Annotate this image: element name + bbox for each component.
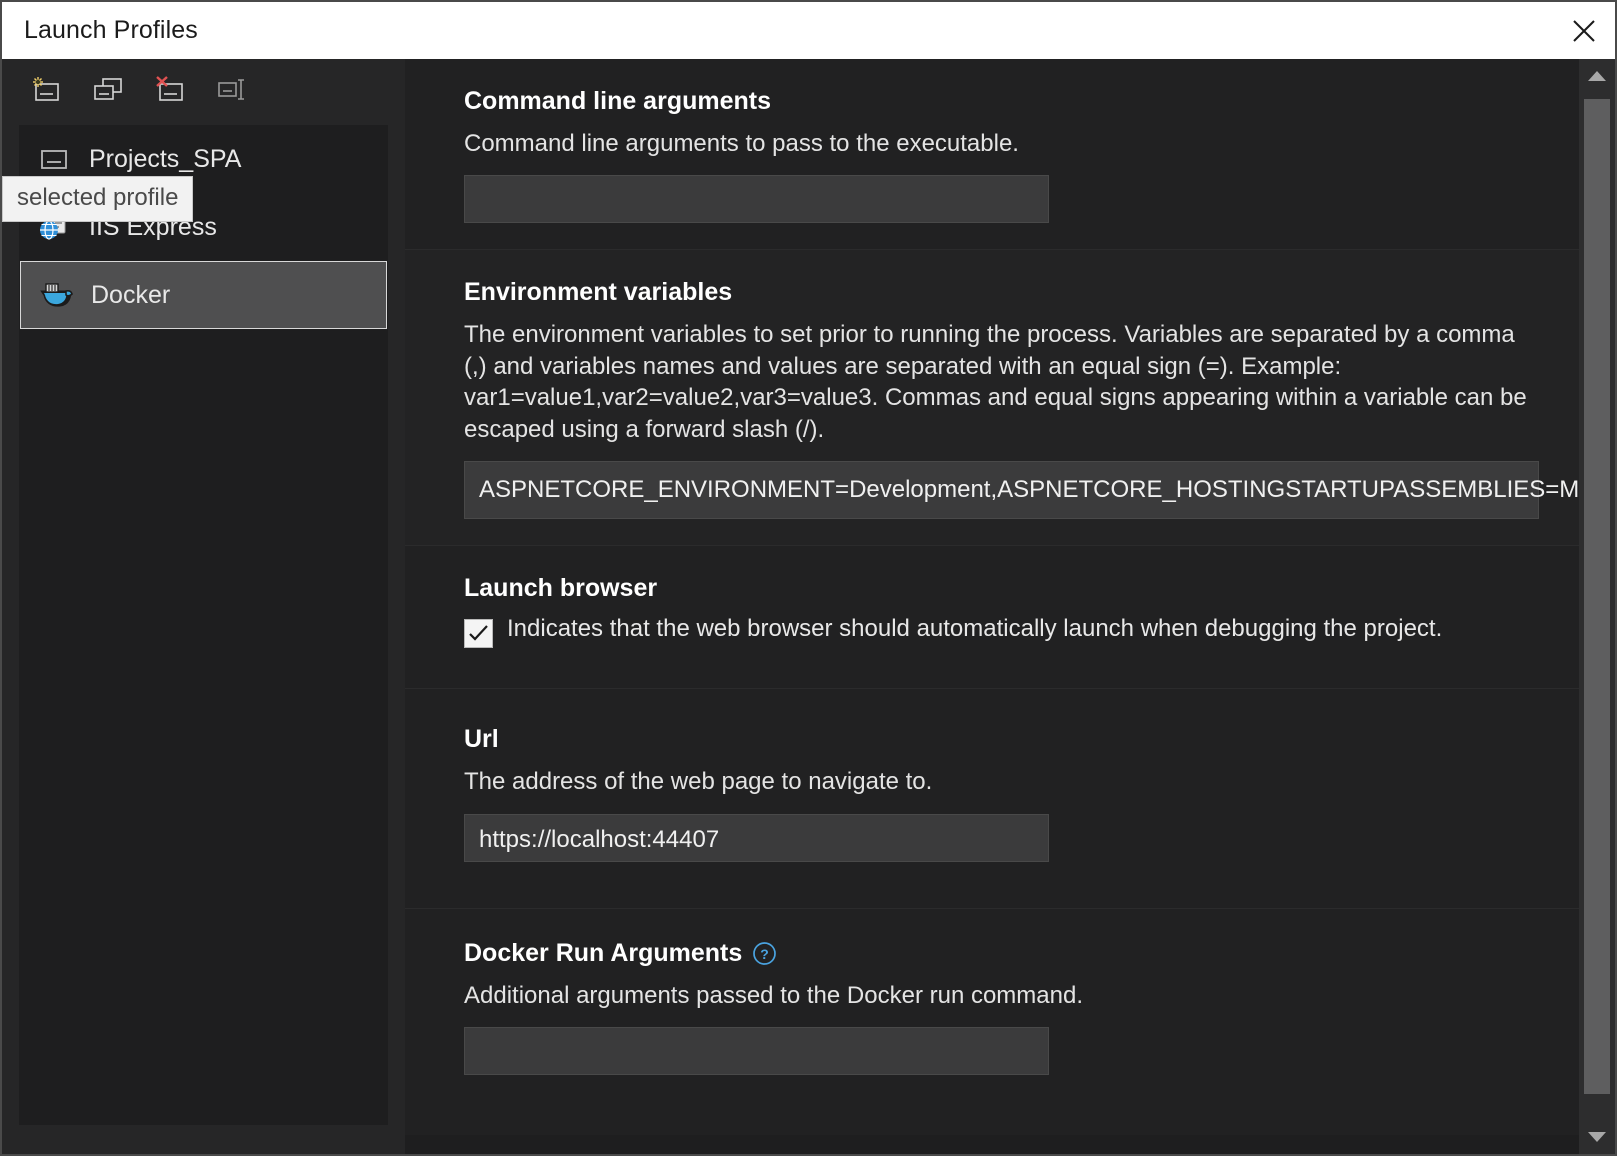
section-launch-browser: Launch browser Indicates that the web br… xyxy=(405,546,1579,689)
delete-profile-button[interactable] xyxy=(152,73,188,105)
settings-scroll-area: Command line arguments Command line argu… xyxy=(405,59,1579,1154)
scrollbar-thumb[interactable] xyxy=(1584,99,1610,1094)
selected-profile-tooltip: selected profile xyxy=(2,176,193,222)
svg-text:?: ? xyxy=(761,946,770,962)
command-line-arguments-title: Command line arguments xyxy=(464,87,1579,116)
rename-profile-button[interactable] xyxy=(214,73,250,105)
dialog-body: Projects_SPA xyxy=(2,59,1615,1154)
project-icon xyxy=(37,144,71,174)
close-button[interactable] xyxy=(1553,2,1615,59)
launch-browser-checkbox[interactable] xyxy=(464,619,493,648)
delete-profile-icon xyxy=(153,75,187,103)
chevron-down-icon xyxy=(1587,1131,1607,1143)
profile-settings-panel: Command line arguments Command line argu… xyxy=(405,59,1615,1154)
title-bar: Launch Profiles xyxy=(2,2,1615,59)
new-profile-icon xyxy=(29,75,63,103)
command-line-arguments-description: Command line arguments to pass to the ex… xyxy=(464,128,1529,159)
close-icon xyxy=(1571,18,1597,44)
new-profile-button[interactable] xyxy=(28,73,64,105)
docker-icon xyxy=(39,280,73,310)
profile-item-docker[interactable]: Docker xyxy=(20,261,387,329)
launch-profiles-dialog: Launch Profiles xyxy=(0,0,1617,1156)
launch-browser-checkbox-label: Indicates that the web browser should au… xyxy=(507,615,1442,643)
url-title: Url xyxy=(464,725,1579,754)
profile-item-label: Projects_SPA xyxy=(89,145,241,174)
profiles-panel: Projects_SPA xyxy=(2,59,405,1154)
docker-run-arguments-input[interactable] xyxy=(464,1027,1049,1075)
section-command-line-arguments: Command line arguments Command line argu… xyxy=(405,59,1579,250)
docker-run-arguments-title: Docker Run Arguments ? xyxy=(464,939,1579,968)
docker-run-arguments-description: Additional arguments passed to the Docke… xyxy=(464,980,1529,1011)
launch-browser-checkbox-row[interactable]: Indicates that the web browser should au… xyxy=(464,615,1579,648)
settings-scrollbar[interactable] xyxy=(1579,59,1615,1154)
launch-browser-title: Launch browser xyxy=(464,574,1579,603)
help-circle-icon[interactable]: ? xyxy=(752,941,777,966)
url-description: The address of the web page to navigate … xyxy=(464,766,1529,797)
docker-run-arguments-title-text: Docker Run Arguments xyxy=(464,939,742,968)
profile-list[interactable]: Projects_SPA xyxy=(19,125,388,1125)
environment-variables-input[interactable]: ASPNETCORE_ENVIRONMENT=Development,ASPNE… xyxy=(464,461,1539,519)
scrollbar-up-button[interactable] xyxy=(1579,59,1615,93)
duplicate-profile-button[interactable] xyxy=(90,73,126,105)
section-url: Url The address of the web page to navig… xyxy=(405,689,1579,908)
window-title: Launch Profiles xyxy=(24,16,198,45)
checkmark-icon xyxy=(468,625,489,642)
scrollbar-down-button[interactable] xyxy=(1579,1120,1615,1154)
environment-variables-title: Environment variables xyxy=(464,278,1579,307)
environment-variables-description: The environment variables to set prior t… xyxy=(464,319,1529,445)
chevron-up-icon xyxy=(1587,70,1607,82)
rename-profile-icon xyxy=(215,75,249,103)
command-line-arguments-input[interactable] xyxy=(464,175,1049,223)
profiles-toolbar xyxy=(2,59,405,119)
duplicate-profile-icon xyxy=(91,75,125,103)
profile-item-label: Docker xyxy=(91,281,170,310)
section-environment-variables: Environment variables The environment va… xyxy=(405,250,1579,546)
section-docker-run-arguments: Docker Run Arguments ? Additional argume… xyxy=(405,909,1579,1135)
url-input[interactable]: https://localhost:44407 xyxy=(464,814,1049,862)
